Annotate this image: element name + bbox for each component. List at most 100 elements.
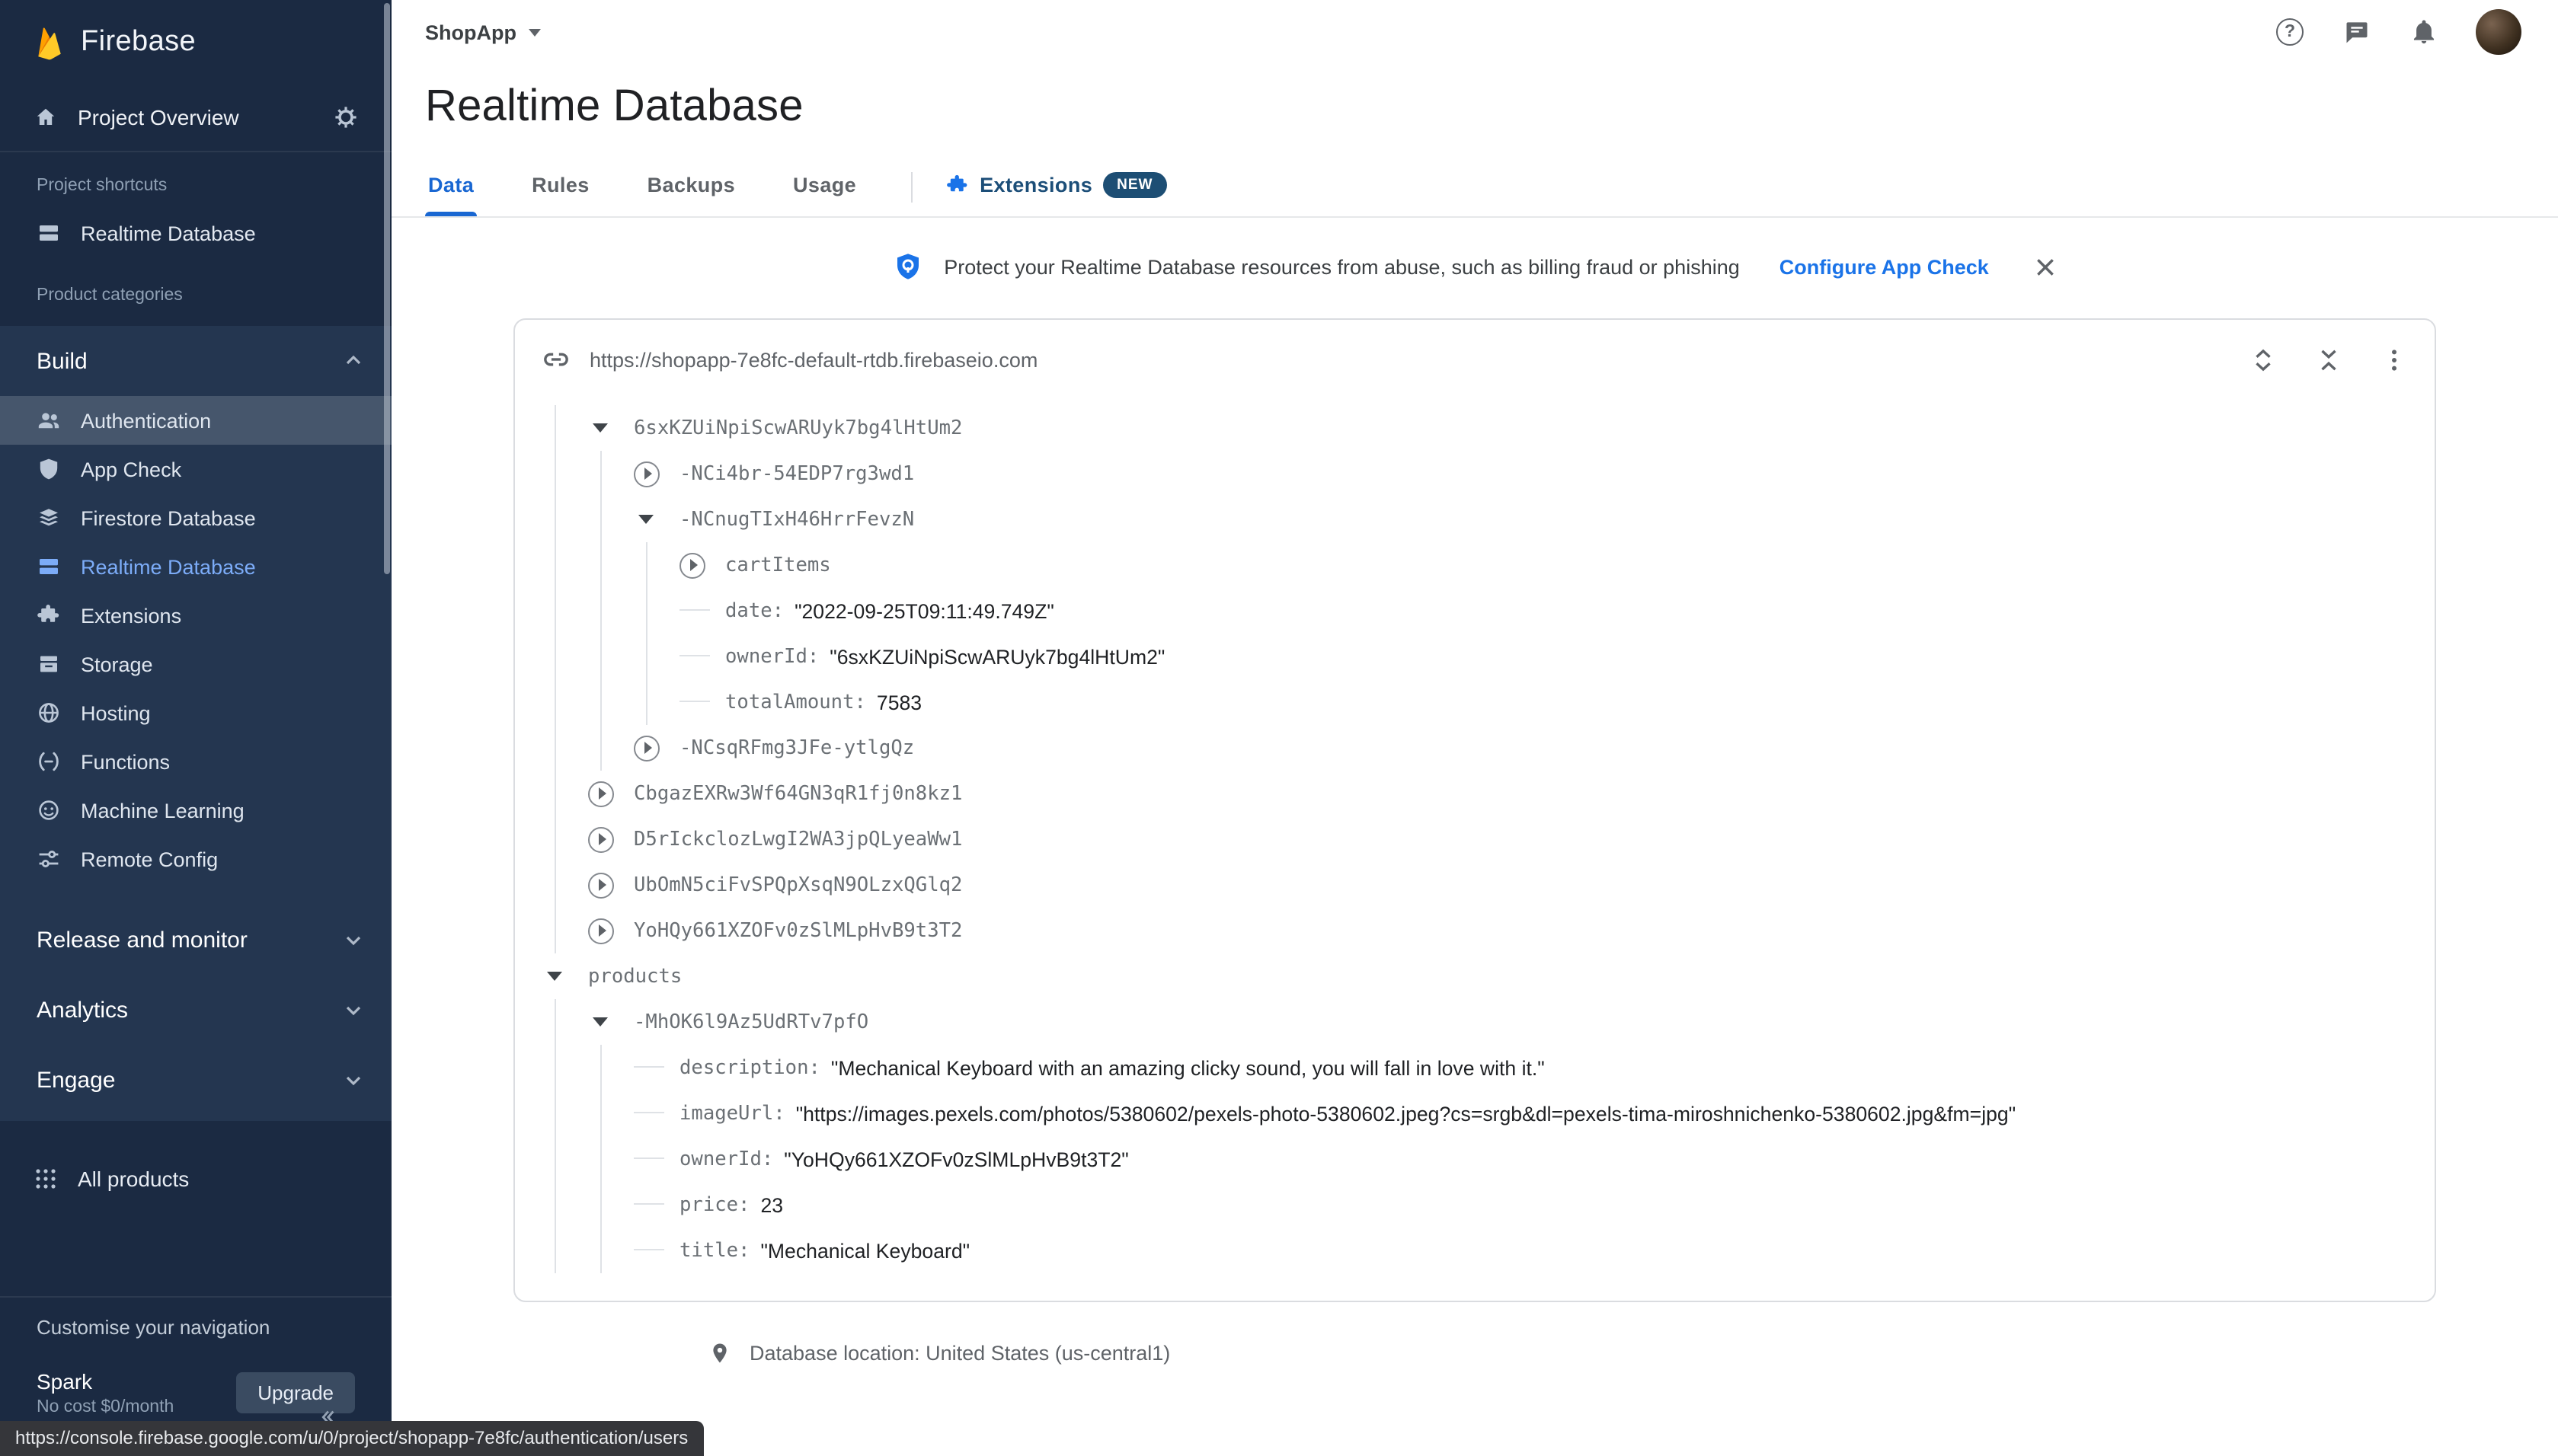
expand-caret-icon[interactable] [634, 461, 679, 487]
customise-navigation-link[interactable]: Customise your navigation [0, 1296, 392, 1357]
database-location: Database location: United States (us-cen… [708, 1342, 2558, 1365]
database-url[interactable]: https://shopapp-7e8fc-default-rtdb.fireb… [590, 348, 1038, 371]
sidebar-item-authentication[interactable]: Authentication [0, 396, 392, 445]
section-analytics[interactable]: Analytics [0, 975, 392, 1045]
shortcut-label: Realtime Database [81, 222, 256, 244]
tree-row[interactable]: title: "Mechanical Keyboard" [542, 1228, 2435, 1273]
section-release-and-monitor[interactable]: Release and monitor [0, 905, 392, 975]
tree-row[interactable]: description: "Mechanical Keyboard with a… [542, 1045, 2435, 1090]
tree-key: ownerId: [725, 645, 820, 668]
sidebar-item-functions[interactable]: Functions [0, 737, 392, 786]
expand-caret-icon[interactable] [588, 826, 634, 852]
notifications-button[interactable] [2409, 17, 2439, 47]
sidebar-item-all-products[interactable]: All products [0, 1145, 392, 1212]
tree-row[interactable]: UbOmN5ciFvSPQpXsqN9OLzxQGlq2 [542, 862, 2435, 908]
sidebar-item-firestore-database[interactable]: Firestore Database [0, 493, 392, 542]
sidebar-item-extensions[interactable]: Extensions [0, 591, 392, 640]
tree-guide [634, 542, 679, 588]
expand-caret-icon[interactable] [588, 872, 634, 898]
sidebar-scrollbar[interactable] [384, 3, 390, 574]
tree-value[interactable]: "6sxKZUiNpiScwARUyk7bg4lHtUm2" [830, 645, 1165, 668]
tab-extensions[interactable]: Extensions NEW [943, 157, 1169, 216]
project-selector[interactable]: ShopApp [425, 21, 541, 43]
expand-caret-icon[interactable] [588, 781, 634, 806]
tree-guide [542, 679, 588, 725]
tree-row[interactable]: imageUrl: "https://images.pexels.com/pho… [542, 1090, 2435, 1136]
sidebar-item-hosting[interactable]: Hosting [0, 688, 392, 737]
tab-rules[interactable]: Rules [529, 158, 593, 215]
tab-usage[interactable]: Usage [790, 158, 859, 215]
close-icon[interactable] [2035, 255, 2058, 278]
tree-row[interactable]: products [542, 953, 2435, 999]
more-options-icon[interactable] [2381, 346, 2407, 372]
sidebar-item-storage[interactable]: Storage [0, 640, 392, 688]
sidebar-item-remote-config[interactable]: Remote Config [0, 835, 392, 883]
storage-box-icon [37, 652, 61, 676]
sidebar-item-project-overview[interactable]: Project Overview [0, 82, 392, 152]
tree-guide [634, 1090, 679, 1136]
tab-bar: Data Rules Backups Usage Extensions NEW [392, 157, 2558, 218]
shortcut-realtime-database[interactable]: Realtime Database [0, 204, 392, 262]
sidebar-item-machine-learning[interactable]: Machine Learning [0, 786, 392, 835]
feedback-button[interactable] [2342, 17, 2372, 47]
collapse-caret-icon[interactable] [634, 515, 679, 524]
tree-value[interactable]: "Mechanical Keyboard with an amazing cli… [831, 1056, 1545, 1079]
tree-guide [542, 451, 588, 497]
expand-all-icon[interactable] [2250, 346, 2276, 372]
firebase-home-link[interactable]: Firebase [0, 0, 392, 82]
tab-data[interactable]: Data [425, 158, 478, 216]
tree-row[interactable]: -NCnugTIxH46HrrFevzN [542, 497, 2435, 542]
tab-backups[interactable]: Backups [644, 158, 738, 215]
tree-row[interactable]: -NCi4br-54EDP7rg3wd1 [542, 451, 2435, 497]
bell-icon [2413, 20, 2435, 44]
collapse-caret-icon[interactable] [542, 972, 588, 981]
tree-row[interactable]: D5rIckclozLwgI2WA3jpQLyeaWw1 [542, 816, 2435, 862]
tree-guide [679, 634, 725, 679]
collapse-all-icon[interactable] [2316, 346, 2342, 372]
tree-value[interactable]: "Mechanical Keyboard" [760, 1239, 970, 1262]
tree-row[interactable]: cartItems [542, 542, 2435, 588]
tree-row[interactable]: -MhOK6l9Az5UdRTv7pfO [542, 999, 2435, 1045]
page-title: Realtime Database [425, 82, 804, 131]
expand-caret-icon[interactable] [588, 918, 634, 944]
tree-guide [542, 405, 588, 451]
main-area: ShopApp ? Realtime Database Data Rules B… [392, 0, 2558, 1456]
sidebar-item-app-check[interactable]: App Check [0, 445, 392, 493]
tree-guide [634, 1136, 679, 1182]
tree-value[interactable]: 23 [760, 1193, 783, 1216]
avatar[interactable] [2476, 9, 2521, 55]
topbar: ShopApp ? [392, 0, 2558, 64]
tree-key: CbgazEXRw3Wf64GN3qR1fj0n8kz1 [634, 782, 963, 805]
section-build[interactable]: Build [0, 326, 392, 396]
tree-value[interactable]: "https://images.pexels.com/photos/538060… [796, 1102, 2016, 1125]
gear-icon[interactable] [334, 104, 358, 129]
tree-guide [588, 1136, 634, 1182]
sidebar-item-realtime-database[interactable]: Realtime Database [0, 542, 392, 591]
tree-row[interactable]: price: 23 [542, 1182, 2435, 1228]
banner-text: Protect your Realtime Database resources… [944, 255, 1740, 278]
tree-row[interactable]: YoHQy661XZOFv0zSlMLpHvB9t3T2 [542, 908, 2435, 953]
tree-value[interactable]: 7583 [877, 691, 922, 714]
collapse-caret-icon[interactable] [588, 1017, 634, 1027]
tree-row[interactable]: totalAmount: 7583 [542, 679, 2435, 725]
tree-row[interactable]: CbgazEXRw3Wf64GN3qR1fj0n8kz1 [542, 771, 2435, 816]
tree-row[interactable]: ownerId: "YoHQy661XZOFv0zSlMLpHvB9t3T2" [542, 1136, 2435, 1182]
help-button[interactable]: ? [2275, 17, 2305, 47]
expand-caret-icon[interactable] [634, 735, 679, 761]
sidebar-item-label: App Check [81, 458, 182, 481]
collapse-caret-icon[interactable] [588, 423, 634, 433]
globe-icon [37, 701, 61, 725]
tree-row[interactable]: ownerId: "6sxKZUiNpiScwARUyk7bg4lHtUm2" [542, 634, 2435, 679]
tree-value[interactable]: "YoHQy661XZOFv0zSlMLpHvB9t3T2" [784, 1148, 1128, 1170]
section-engage[interactable]: Engage [0, 1045, 392, 1115]
tree-row[interactable]: -NCsqRFmg3JFe-ytlgQz [542, 725, 2435, 771]
tree-row[interactable]: 6sxKZUiNpiScwARUyk7bg4lHtUm2 [542, 405, 2435, 451]
configure-app-check-link[interactable]: Configure App Check [1779, 255, 1989, 278]
expand-caret-icon[interactable] [679, 552, 725, 578]
tree-value[interactable]: "2022-09-25T09:11:49.749Z" [795, 599, 1054, 622]
tree-row[interactable]: date: "2022-09-25T09:11:49.749Z" [542, 588, 2435, 634]
upgrade-button[interactable]: Upgrade [236, 1372, 355, 1413]
tree-guide [588, 497, 634, 542]
section-label: Release and monitor [37, 927, 248, 953]
extensions-icon [947, 174, 967, 192]
